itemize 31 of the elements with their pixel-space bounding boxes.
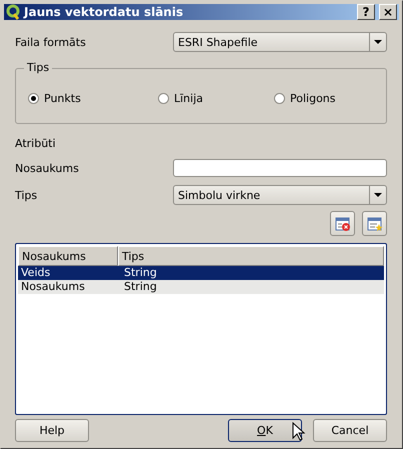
column-header[interactable]: Tips — [118, 246, 384, 266]
table-cell-text: String — [123, 280, 158, 294]
window-title: Jauns vektordatu slānis — [24, 5, 184, 19]
field-label: Tips — [15, 188, 38, 202]
dialog-button[interactable]: OK — [228, 419, 302, 442]
dialog-button[interactable]: Help — [15, 419, 89, 442]
table-cell-text: Nosaukums — [20, 280, 86, 294]
radio-option[interactable]: Punkts — [28, 92, 158, 104]
table-delete-icon — [334, 216, 350, 232]
radio-option[interactable]: Poligons — [274, 92, 374, 104]
dialog-button[interactable]: Cancel — [313, 419, 387, 442]
table-add-icon — [366, 216, 382, 232]
format-dropdown[interactable]: ESRI Shapefile — [173, 32, 387, 52]
table-row[interactable]: Veids String — [18, 266, 384, 280]
section-title: Atribūti — [15, 136, 56, 150]
column-header[interactable]: Nosaukums — [18, 246, 118, 266]
field-label: Nosaukums — [15, 162, 79, 174]
table-cell-text: String — [123, 266, 158, 280]
table-cell-text: Veids — [20, 266, 52, 280]
type-dropdown[interactable]: Simbolu virkne — [173, 185, 387, 205]
add-attribute-button[interactable] — [362, 211, 387, 236]
field-label: Faila formāts — [15, 36, 86, 48]
radio-option[interactable]: Līnija — [158, 92, 274, 104]
help-button[interactable]: ? — [357, 4, 375, 20]
name-field[interactable] — [173, 159, 387, 177]
delete-attribute-button[interactable] — [330, 211, 355, 236]
cursor-icon — [292, 422, 306, 442]
table-row[interactable]: Nosaukums String — [18, 280, 384, 294]
close-button[interactable]: × — [379, 4, 397, 20]
app-logo-icon — [6, 4, 20, 20]
group-title: Tips — [24, 61, 52, 74]
